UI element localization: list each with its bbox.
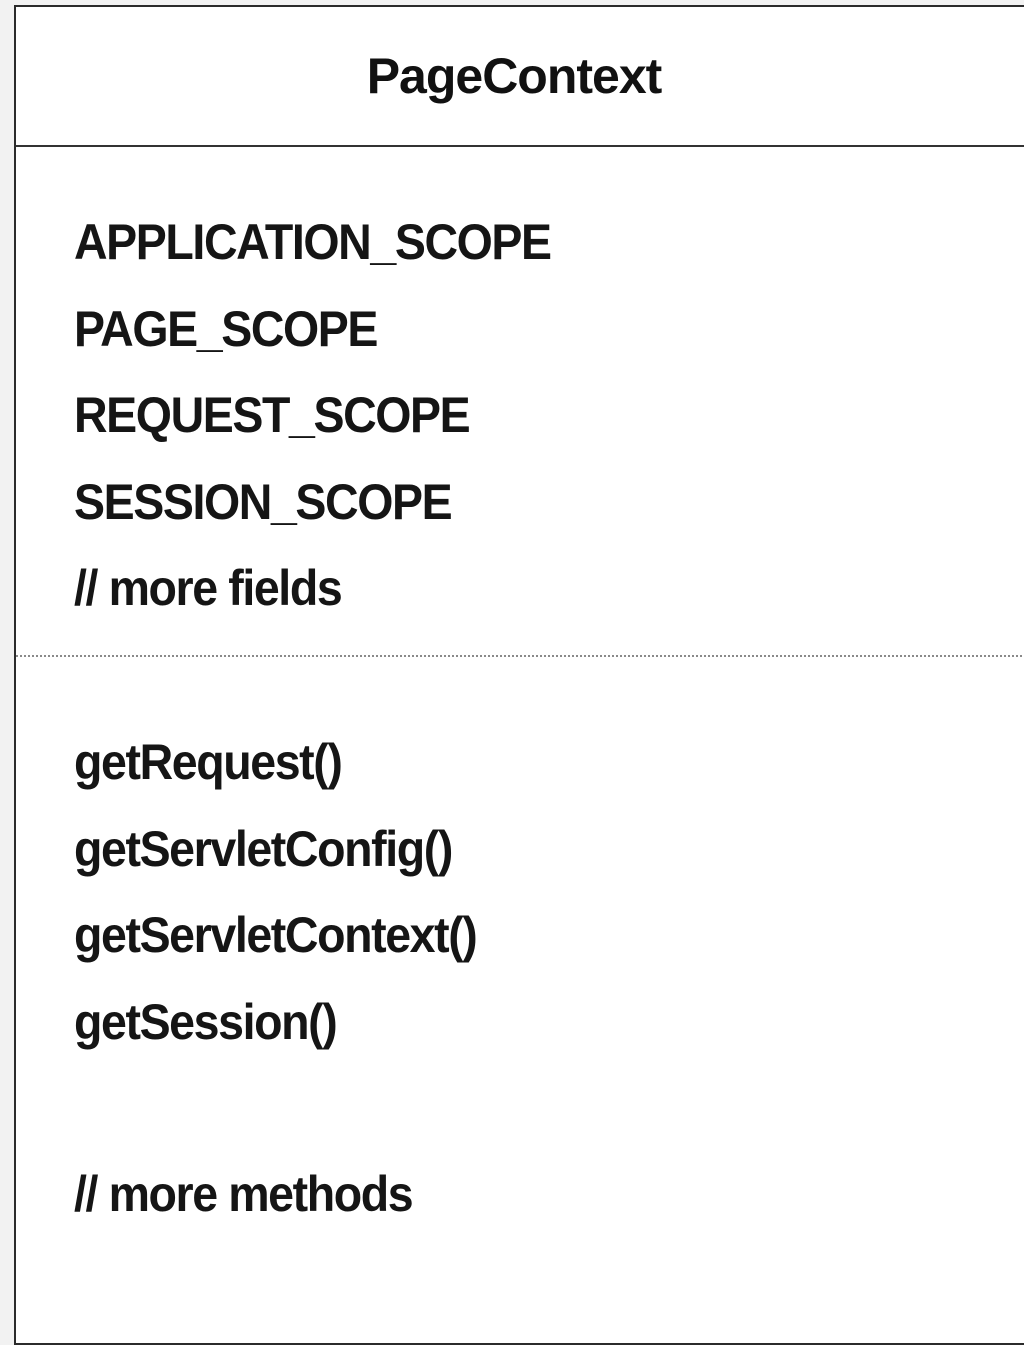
class-header: PageContext	[16, 7, 1024, 147]
method-get-servlet-config: getServletConfig()	[74, 820, 453, 877]
class-name: PageContext	[366, 48, 663, 104]
method-get-servlet-context: getServletContext()	[74, 907, 478, 963]
field-request-scope: REQUEST_SCOPE	[74, 387, 471, 443]
uml-class-box: PageContext APPLICATION_SCOPE PAGE_SCOPE…	[14, 5, 1024, 1345]
field-session-scope: SESSION_SCOPE	[74, 473, 453, 530]
method-get-request: getRequest()	[74, 734, 343, 790]
method-spacer	[74, 1065, 1024, 1151]
field-page-scope: PAGE_SCOPE	[74, 300, 378, 357]
fields-compartment: APPLICATION_SCOPE PAGE_SCOPE REQUEST_SCO…	[16, 147, 1024, 655]
field-application-scope: APPLICATION_SCOPE	[74, 214, 552, 270]
method-get-session: getSession()	[74, 993, 338, 1050]
methods-compartment: getRequest() getServletConfig() getServl…	[16, 657, 1024, 1238]
more-methods-comment: // more methods	[74, 1166, 414, 1222]
more-fields-comment: // more fields	[74, 560, 343, 616]
